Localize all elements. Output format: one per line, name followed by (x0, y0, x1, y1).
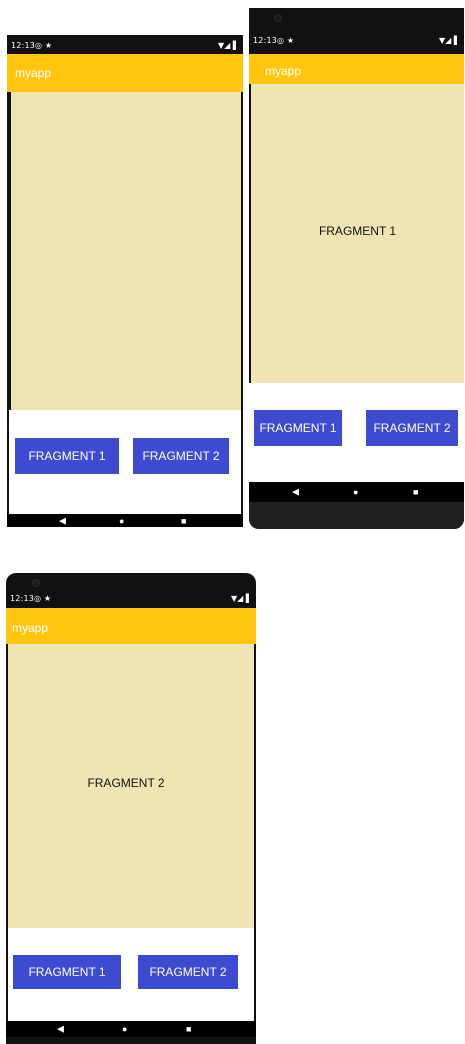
system-icons: ▼◢ ▌ (439, 36, 460, 45)
recents-icon[interactable]: ■ (413, 487, 418, 497)
status-bar: 12:13 ◎ ★ ▼◢ ▌ (7, 39, 243, 53)
home-icon[interactable]: ● (353, 487, 358, 497)
fragment-2-button[interactable]: FRAGMENT 2 (133, 438, 229, 474)
status-time: 12:13 (253, 36, 278, 45)
button-area: FRAGMENT 1 FRAGMENT 2 (249, 383, 464, 482)
app-bar: myapp (7, 54, 243, 92)
home-icon[interactable]: ● (122, 1024, 127, 1034)
front-camera (32, 579, 40, 587)
fragment-container (11, 92, 241, 410)
notification-icons: ◎ ★ (35, 41, 53, 50)
notification-icons: ◎ ★ (277, 36, 295, 45)
system-icons: ▼◢ ▌ (218, 41, 239, 50)
phone-chin (249, 502, 464, 529)
fragment-1-button[interactable]: FRAGMENT 1 (13, 955, 121, 989)
back-icon[interactable]: ◀ (57, 1024, 64, 1035)
app-bar: myapp (6, 608, 256, 644)
back-icon[interactable]: ◀ (292, 487, 299, 498)
phone-screen-fragment-1: 12:13 ◎ ★ ▼◢ ▌ myapp FRAGMENT 1 FRAGMENT… (249, 8, 464, 529)
fragment-label: FRAGMENT 1 (318, 224, 397, 238)
recents-icon[interactable]: ■ (181, 516, 186, 526)
fragment-label: FRAGMENT 2 (87, 776, 165, 790)
status-bar: 12:13 ◎ ★ ▼◢ ▌ (249, 34, 464, 48)
fragment-1-button[interactable]: FRAGMENT 1 (254, 410, 342, 446)
back-icon[interactable]: ◀ (59, 515, 66, 526)
fragment-2-button[interactable]: FRAGMENT 2 (138, 955, 238, 989)
fragment-container: FRAGMENT 1 (251, 84, 464, 383)
button-area: FRAGMENT 1 FRAGMENT 2 (9, 410, 241, 514)
app-title: myapp (265, 64, 302, 78)
status-time: 12:13 (10, 594, 35, 603)
fragment-1-button[interactable]: FRAGMENT 1 (15, 438, 119, 474)
navigation-bar: ◀ ● ■ (6, 1021, 256, 1037)
front-camera (274, 14, 282, 22)
navigation-bar: ◀ ● ■ (7, 514, 243, 527)
status-bar: 12:13 ◎ ★ ▼◢ ▌ (6, 592, 256, 606)
app-title: myapp (15, 66, 52, 80)
fragment-2-button[interactable]: FRAGMENT 2 (366, 410, 458, 446)
phone-screen-initial: 12:13 ◎ ★ ▼◢ ▌ myapp FRAGMENT 1 FRAGMENT… (7, 35, 243, 527)
status-time: 12:13 (11, 41, 36, 50)
fragment-container: FRAGMENT 2 (8, 644, 254, 928)
notification-icons: ◎ ★ (34, 594, 52, 603)
home-icon[interactable]: ● (119, 516, 124, 526)
phone-screen-fragment-2: 12:13 ◎ ★ ▼◢ ▌ myapp FRAGMENT 2 FRAGMENT… (6, 573, 256, 1044)
app-title: myapp (12, 621, 49, 635)
button-area: FRAGMENT 1 FRAGMENT 2 (8, 928, 254, 1021)
app-bar: myapp (249, 54, 464, 84)
recents-icon[interactable]: ■ (186, 1024, 191, 1034)
system-icons: ▼◢ ▌ (231, 594, 252, 603)
navigation-bar: ◀ ● ■ (249, 482, 464, 502)
